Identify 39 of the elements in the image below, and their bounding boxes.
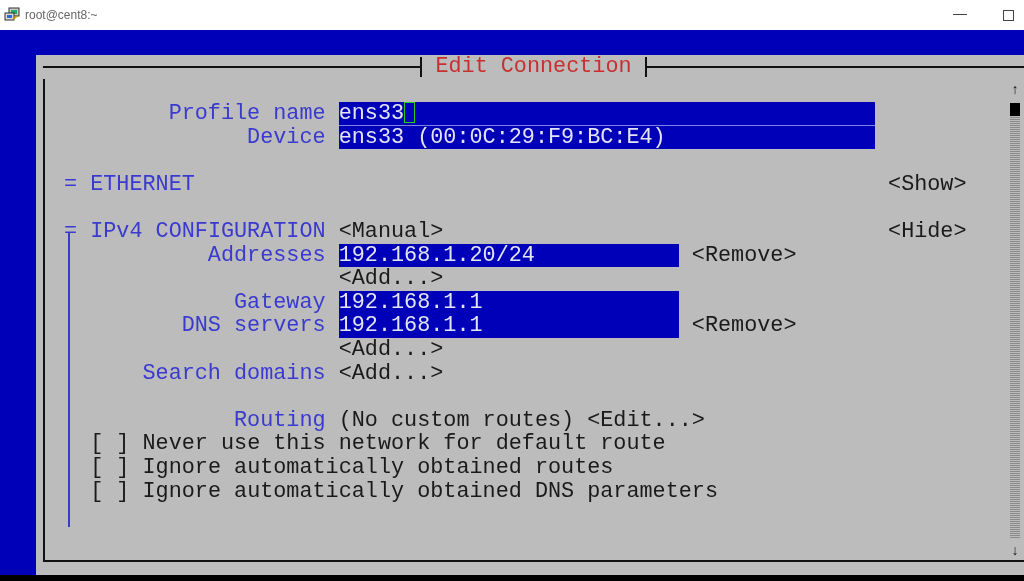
field-label: Addresses [207, 242, 326, 268]
scroll-up-button[interactable]: ↑ [1010, 81, 1020, 99]
dialog-title: Edit Connection [434, 55, 633, 79]
section-title: ETHERNET [90, 172, 196, 197]
routing-value: (No custom routes) [338, 408, 575, 433]
input-field[interactable]: 192.168.1.1 [338, 314, 679, 338]
input-field[interactable]: ens33 [338, 102, 875, 126]
section-marker: = [64, 172, 78, 197]
toggle-button[interactable]: <Hide> [888, 219, 967, 244]
window-title: root@cent8:~ [25, 8, 98, 22]
field-label: Device [247, 124, 326, 150]
remove-button[interactable]: <Remove> [691, 243, 797, 268]
input-field[interactable]: ens33 (00:0C:29:F9:BC:E4) [338, 125, 875, 150]
field-label: Profile name [168, 101, 326, 126]
checkbox-label: Ignore automatically obtained routes [142, 455, 614, 480]
edit-button[interactable]: <Edit...> [587, 408, 705, 433]
checkbox-label: Ignore automatically obtained DNS parameters [142, 479, 719, 504]
mode-button[interactable]: <Manual> [338, 219, 444, 244]
minimize-icon[interactable] [953, 14, 967, 16]
remove-button[interactable]: <Remove> [691, 314, 797, 338]
field-label: Search domains [142, 360, 326, 386]
scrollbar-thumb[interactable] [1010, 103, 1020, 116]
field-label: DNS servers [181, 313, 326, 339]
input-field[interactable]: 192.168.1.20/24 [338, 243, 679, 268]
computer-icon [4, 7, 20, 23]
checkbox[interactable]: [ ] [90, 479, 130, 504]
checkbox[interactable]: [ ] [90, 455, 130, 480]
add-button[interactable]: <Add...> [338, 337, 444, 362]
checkbox[interactable]: [ ] [90, 432, 130, 456]
section-title: IPv4 CONFIGURATION [90, 219, 327, 244]
add-button[interactable]: <Add...> [338, 267, 444, 291]
input-field[interactable]: 192.168.1.1 [338, 290, 679, 315]
field-label: Routing [234, 407, 326, 433]
toggle-button[interactable]: <Show> [888, 172, 967, 197]
maximize-icon[interactable] [1003, 9, 1014, 21]
checkbox-label: Never use this network for default route [142, 432, 666, 456]
add-button[interactable]: <Add...> [338, 361, 444, 386]
scroll-down-button[interactable]: ↓ [1010, 542, 1020, 560]
field-label: Gateway [234, 289, 326, 315]
